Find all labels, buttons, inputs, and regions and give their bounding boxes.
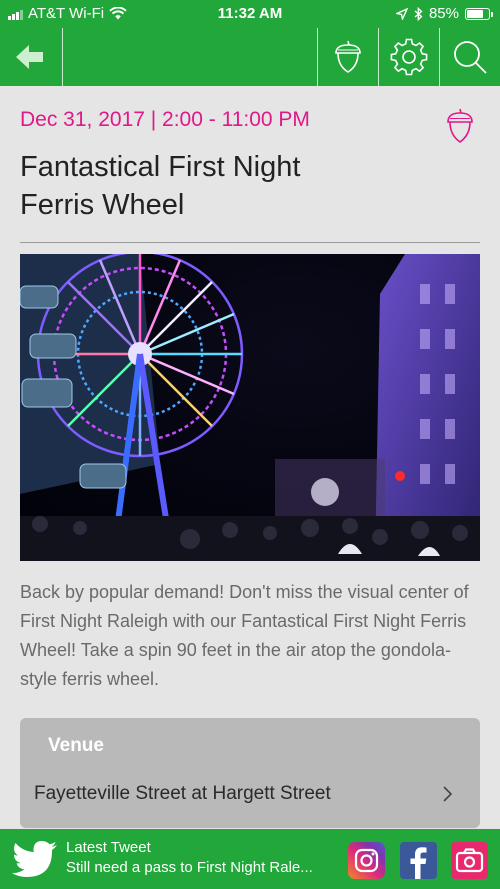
venue-row[interactable]: Fayetteville Street at Hargett Street bbox=[20, 768, 480, 828]
instagram-icon bbox=[354, 848, 379, 873]
photo-share-button[interactable] bbox=[451, 842, 488, 879]
gear-icon bbox=[390, 38, 428, 76]
acorn-outline-icon[interactable] bbox=[440, 106, 480, 146]
system-indicators: 85% bbox=[395, 5, 493, 22]
back-button[interactable] bbox=[0, 28, 60, 86]
settings-button[interactable] bbox=[379, 28, 439, 86]
nav-bar bbox=[0, 28, 500, 86]
nav-divider bbox=[62, 28, 63, 86]
footer-bar: Latest Tweet Still need a pass to First … bbox=[0, 829, 500, 889]
venue-name: Fayetteville Street at Hargett Street bbox=[34, 783, 331, 804]
facebook-button[interactable] bbox=[400, 842, 437, 879]
chevron-right-icon bbox=[443, 786, 453, 802]
tweet-preview: Still need a pass to First Night Rale... bbox=[66, 859, 313, 876]
status-bar: AT&T Wi-Fi 11:32 AM 85% bbox=[0, 0, 500, 28]
search-icon bbox=[454, 41, 487, 74]
divider bbox=[20, 242, 480, 243]
favorites-button[interactable] bbox=[318, 28, 378, 86]
battery-fill bbox=[467, 9, 484, 18]
event-description: Back by popular demand! Don't miss the v… bbox=[20, 582, 469, 689]
latest-tweet[interactable]: Latest Tweet Still need a pass to First … bbox=[66, 838, 346, 878]
venue-heading: Venue bbox=[48, 735, 104, 756]
latest-tweet-label: Latest Tweet bbox=[66, 839, 151, 856]
back-arrow-icon bbox=[16, 45, 43, 69]
camera-icon bbox=[455, 848, 484, 873]
venue-card: Venue Fayetteville Street at Hargett Str… bbox=[20, 718, 480, 828]
twitter-icon[interactable] bbox=[12, 840, 58, 880]
acorn-icon bbox=[335, 40, 361, 73]
location-icon bbox=[395, 7, 408, 20]
event-photo bbox=[20, 254, 480, 561]
event-title: Fantastical First Night Ferris Wheel bbox=[20, 151, 301, 221]
bluetooth-icon bbox=[414, 6, 423, 21]
search-button[interactable] bbox=[440, 28, 500, 86]
battery-icon bbox=[465, 7, 493, 20]
instagram-button[interactable] bbox=[348, 842, 385, 879]
battery-percent: 85% bbox=[428, 5, 459, 22]
facebook-icon bbox=[410, 847, 427, 879]
event-date: Dec 31, 2017 | 2:00 - 11:00 PM bbox=[20, 108, 310, 131]
